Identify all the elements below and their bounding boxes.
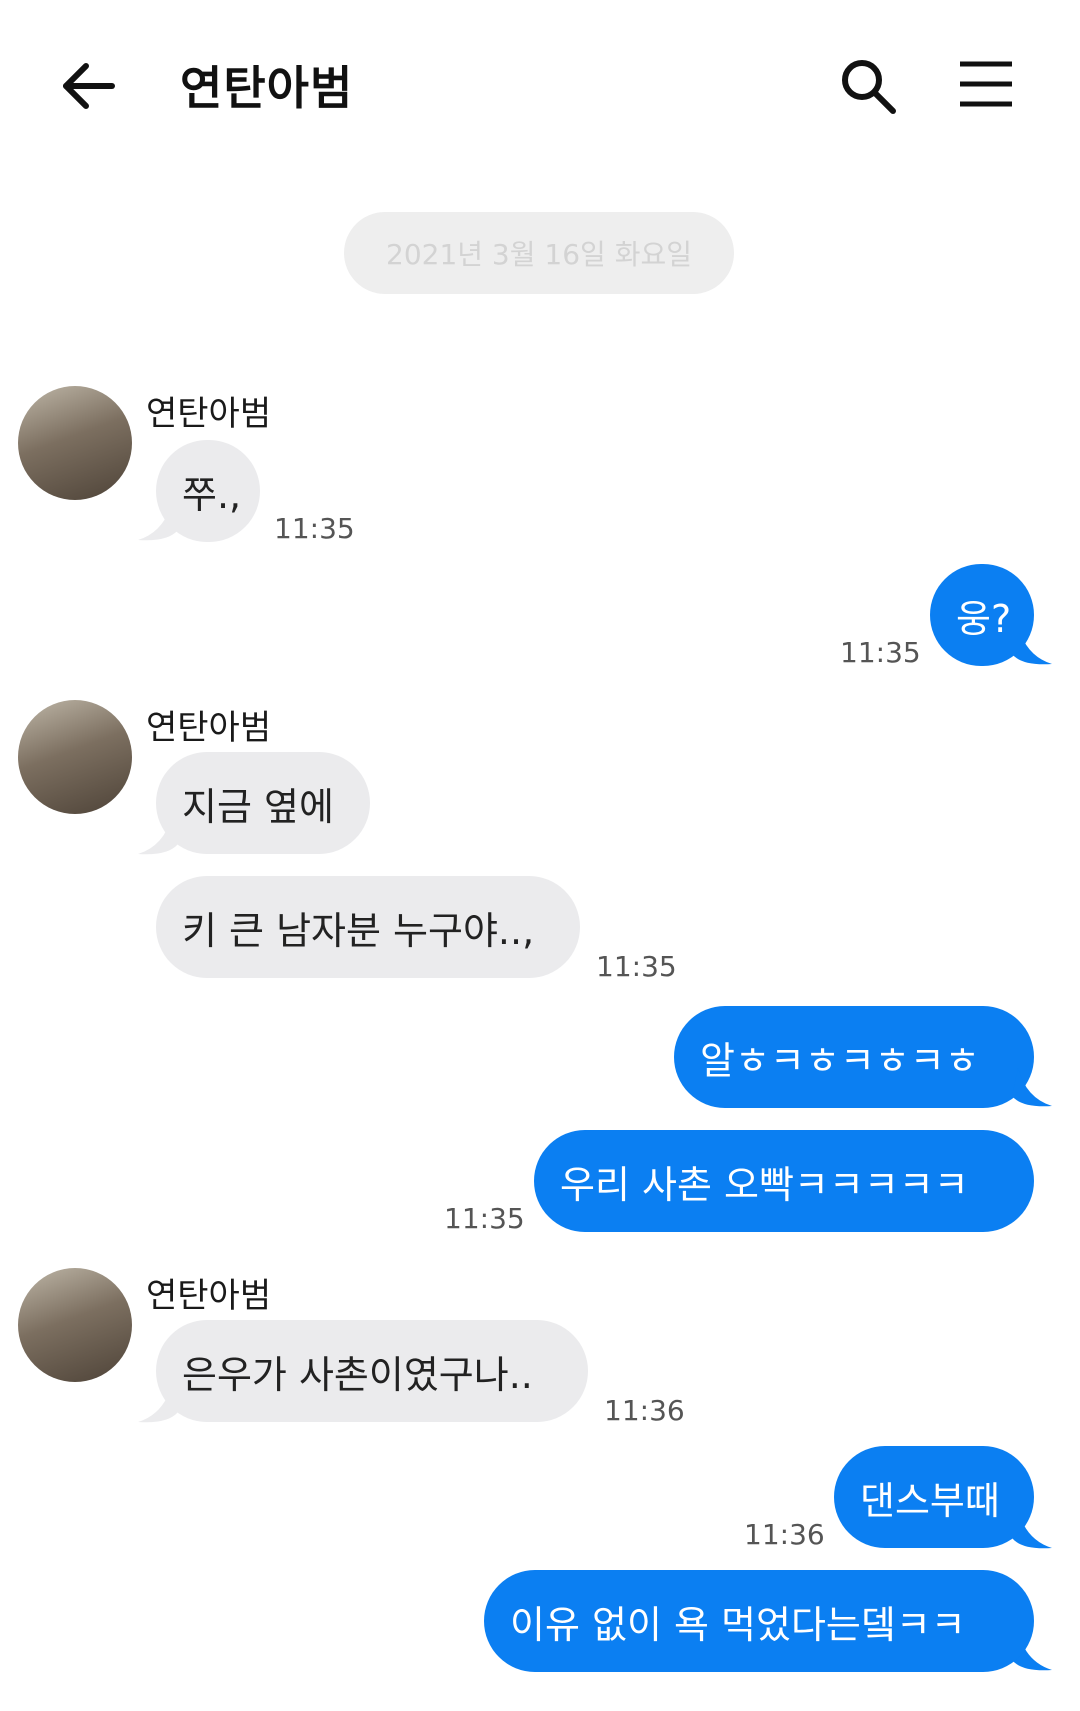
chat-title: 연탄아범 (180, 61, 354, 115)
message-bubble-outgoing[interactable]: 댄스부때 (834, 1446, 1034, 1548)
menu-button[interactable] (958, 60, 1014, 108)
search-button[interactable] (838, 56, 898, 116)
message-bubble-incoming[interactable]: 쭈., (156, 440, 260, 542)
message-time: 11:35 (444, 1202, 525, 1235)
avatar[interactable] (18, 700, 132, 814)
message-time: 11:36 (744, 1518, 825, 1551)
message-bubble-incoming[interactable]: 키 큰 남자분 누구야.., (156, 876, 580, 978)
sender-name: 연탄아범 (146, 394, 272, 434)
hamburger-menu-icon (960, 61, 1012, 107)
message-time: 11:35 (274, 512, 355, 545)
message-bubble-outgoing[interactable]: 이유 없이 욕 먹었다는뎈ㅋㅋ (484, 1570, 1034, 1672)
arrow-left-icon (63, 63, 115, 109)
search-icon (842, 60, 896, 114)
avatar[interactable] (18, 1268, 132, 1382)
bubble-tail (1012, 1068, 1052, 1107)
message-bubble-outgoing[interactable]: 웅? (930, 564, 1034, 666)
message-time: 11:35 (596, 950, 677, 983)
sender-name: 연탄아범 (146, 708, 272, 748)
message-bubble-incoming[interactable]: 지금 옆에 (156, 752, 370, 854)
message-bubble-incoming[interactable]: 은우가 사촌이였구나.. (156, 1320, 588, 1422)
message-bubble-outgoing[interactable]: 우리 사촌 오빡ㅋㅋㅋㅋㅋ (534, 1130, 1034, 1232)
back-button[interactable] (58, 58, 118, 114)
avatar[interactable] (18, 386, 132, 500)
message-bubble-outgoing[interactable]: 알ㅎㅋㅎㅋㅎㅋㅎ (674, 1006, 1034, 1108)
sender-name: 연탄아범 (146, 1276, 272, 1316)
date-separator: 2021년 3월 16일 화요일 (344, 212, 734, 294)
message-time: 11:36 (604, 1394, 685, 1427)
message-time: 11:35 (840, 636, 921, 669)
